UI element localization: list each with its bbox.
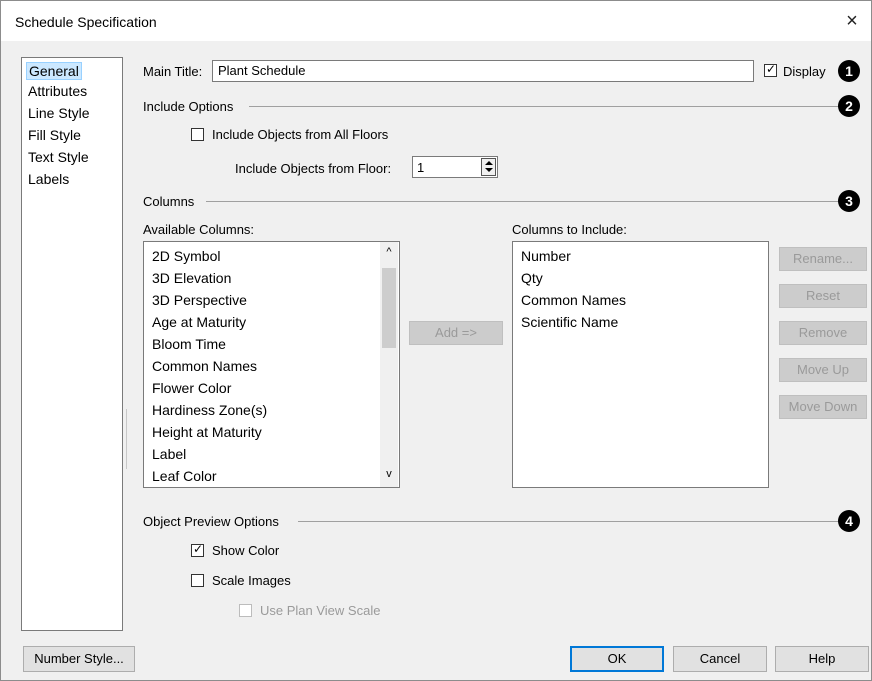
close-icon[interactable]: × [839, 9, 865, 33]
list-item[interactable]: Common Names [521, 292, 626, 308]
list-item[interactable]: Label [152, 446, 186, 462]
move-down-button[interactable]: Move Down [779, 395, 867, 419]
available-columns-list[interactable]: 2D Symbol 3D Elevation 3D Perspective Ag… [143, 241, 400, 488]
number-style-button[interactable]: Number Style... [23, 646, 135, 672]
columns-to-include-label: Columns to Include: [512, 222, 627, 237]
from-floor-label: Include Objects from Floor: [235, 161, 392, 176]
main-title-input[interactable]: Plant Schedule [212, 60, 754, 82]
list-item[interactable]: Hardiness Zone(s) [152, 402, 267, 418]
all-floors-checkbox[interactable] [191, 128, 204, 141]
sidebar-item-attributes[interactable]: Attributes [26, 83, 89, 99]
add-button[interactable]: Add => [409, 321, 503, 345]
list-item[interactable]: Leaf Color [152, 468, 217, 484]
reset-button[interactable]: Reset [779, 284, 867, 308]
floor-value: 1 [417, 160, 425, 175]
display-checkbox[interactable]: ✓ [764, 62, 777, 77]
columns-heading: Columns [143, 194, 195, 209]
schedule-specification-dialog: Schedule Specification × General Attribu… [0, 0, 872, 681]
list-item[interactable]: Qty [521, 270, 543, 286]
list-item[interactable]: Scientific Name [521, 314, 618, 330]
list-item[interactable]: 3D Elevation [152, 270, 231, 286]
list-item[interactable]: Flower Color [152, 380, 231, 396]
scroll-up-icon[interactable]: ^ [380, 246, 398, 258]
preview-options-heading: Object Preview Options [143, 514, 279, 529]
sidebar-item-text-style[interactable]: Text Style [26, 149, 91, 165]
sidebar-item-line-style[interactable]: Line Style [26, 105, 91, 121]
available-columns-label: Available Columns: [143, 222, 255, 237]
title-bar: Schedule Specification × [1, 1, 871, 41]
ok-button[interactable]: OK [570, 646, 664, 672]
list-item[interactable]: Common Names [152, 358, 257, 374]
callout-1-icon: 1 [838, 60, 860, 82]
list-item[interactable]: 2D Symbol [152, 248, 220, 264]
show-color-checkbox[interactable]: ✓ [191, 542, 204, 557]
list-item[interactable]: Number [521, 248, 571, 264]
callout-4-icon: 4 [838, 510, 860, 532]
scale-images-checkbox[interactable] [191, 574, 204, 587]
checkmark-icon: ✓ [193, 542, 204, 556]
rename-button[interactable]: Rename... [779, 247, 867, 271]
sidebar-item-fill-style[interactable]: Fill Style [26, 127, 83, 143]
spinner-arrows-icon[interactable] [481, 158, 496, 176]
scale-images-label: Scale Images [212, 573, 291, 588]
display-label: Display [783, 64, 826, 79]
sidebar-list: General Attributes Line Style Fill Style… [21, 57, 123, 631]
move-up-button[interactable]: Move Up [779, 358, 867, 382]
include-options-heading: Include Options [143, 99, 234, 114]
plan-view-scale-label: Use Plan View Scale [260, 603, 381, 618]
columns-divider [206, 201, 839, 202]
list-item[interactable]: Age at Maturity [152, 314, 246, 330]
cancel-button[interactable]: Cancel [673, 646, 767, 672]
floor-spinner[interactable]: 1 [412, 156, 498, 178]
scrollbar[interactable]: ^ v [380, 242, 398, 487]
callout-3-icon: 3 [838, 190, 860, 212]
callout-2-icon: 2 [838, 95, 860, 117]
list-item[interactable]: Bloom Time [152, 336, 226, 352]
sidebar-item-general[interactable]: General [26, 62, 82, 80]
list-item[interactable]: Height at Maturity [152, 424, 262, 440]
plan-view-scale-checkbox[interactable] [239, 604, 252, 617]
checkmark-icon: ✓ [766, 62, 777, 76]
remove-button[interactable]: Remove [779, 321, 867, 345]
list-item[interactable]: 3D Perspective [152, 292, 247, 308]
preview-options-divider [298, 521, 839, 522]
include-options-divider [249, 106, 839, 107]
sidebar-item-labels[interactable]: Labels [26, 171, 71, 187]
scrollbar-thumb[interactable] [382, 268, 396, 348]
show-color-label: Show Color [212, 543, 280, 558]
dialog-title: Schedule Specification [15, 14, 157, 30]
scroll-down-icon[interactable]: v [380, 468, 398, 480]
all-floors-label: Include Objects from All Floors [212, 127, 389, 142]
main-title-label: Main Title: [143, 64, 203, 79]
splitter-handle[interactable] [126, 409, 130, 469]
columns-to-include-list[interactable]: Number Qty Common Names Scientific Name [512, 241, 769, 488]
help-button[interactable]: Help [775, 646, 869, 672]
